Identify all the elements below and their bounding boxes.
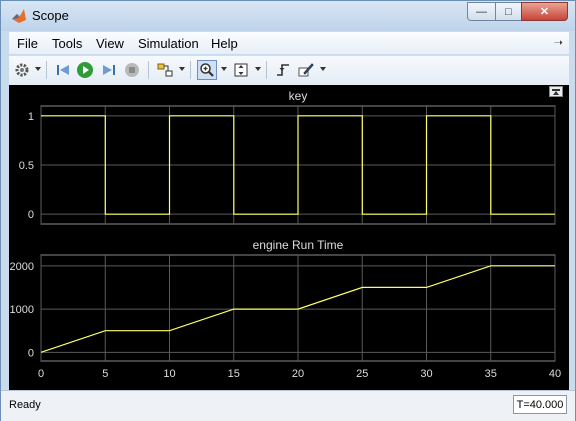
matlab-icon [12, 9, 26, 23]
triggers-button[interactable] [273, 60, 293, 80]
toolbar-separator [190, 61, 191, 79]
step-back-icon [57, 65, 69, 75]
plot-title: key [289, 89, 308, 103]
y-tick-label: 2000 [10, 261, 34, 273]
minimize-button[interactable]: — [467, 2, 496, 21]
close-icon: ✕ [539, 6, 550, 18]
x-tick-label: 30 [420, 368, 432, 380]
menu-bar: File Tools View Simulation Help ➝ [9, 32, 569, 54]
step-forward-icon [103, 65, 115, 75]
y-tick-label: 1000 [10, 304, 34, 316]
scope-window: Scope — □ ✕ File Tools View Simulation H… [0, 0, 576, 421]
x-tick-label: 35 [485, 368, 497, 380]
menu-tools[interactable]: Tools [52, 36, 82, 51]
play-icon [77, 62, 93, 78]
run-button[interactable] [75, 60, 95, 80]
menu-file[interactable]: File [17, 36, 38, 51]
menu-simulation[interactable]: Simulation [138, 36, 199, 51]
window-title: Scope [32, 8, 69, 23]
maximize-icon: □ [505, 5, 512, 18]
scope-display[interactable]: 0 0.5 1 key 0 5 10 15 20 25 30 35 40 0 1000 2000 engine… [9, 85, 569, 390]
highlight-blocks-button[interactable] [155, 60, 175, 80]
step-back-button[interactable] [53, 60, 73, 80]
toolbar [9, 55, 569, 85]
style-dropdown-icon[interactable] [320, 67, 326, 71]
trigger-icon [277, 64, 289, 76]
plot-panel-engine-run-time[interactable]: 0 5 10 15 20 25 30 35 40 0 1000 2000 engine Run Time [10, 238, 562, 380]
simulation-time: T=40.000 [513, 395, 567, 414]
block-diagram-icon [157, 63, 173, 77]
settings-button[interactable] [12, 60, 32, 80]
maximize-button[interactable]: □ [495, 2, 522, 21]
undock-button[interactable] [549, 86, 563, 97]
settings-dropdown-icon[interactable] [35, 67, 41, 71]
close-button[interactable]: ✕ [521, 2, 568, 21]
stop-icon [125, 63, 139, 77]
zoom-in-button[interactable] [197, 60, 217, 80]
style-button[interactable] [296, 60, 316, 80]
step-forward-button[interactable] [99, 60, 119, 80]
y-tick-label: 0 [28, 209, 34, 221]
zoom-dropdown-icon[interactable] [221, 67, 227, 71]
gear-icon [15, 63, 29, 77]
menu-help[interactable]: Help [211, 36, 238, 51]
x-tick-label: 0 [38, 368, 44, 380]
minimize-icon: — [476, 5, 487, 18]
scale-dropdown-icon[interactable] [255, 67, 261, 71]
menu-view[interactable]: View [96, 36, 124, 51]
toolbar-separator [266, 61, 267, 79]
scale-y-axis-button[interactable] [231, 60, 251, 80]
toolbar-separator [148, 61, 149, 79]
plot-panel-key[interactable]: 0 0.5 1 key [19, 89, 556, 225]
title-bar[interactable]: Scope — □ ✕ [1, 1, 575, 31]
plot-title: engine Run Time [253, 238, 344, 252]
highlight-dropdown-icon[interactable] [179, 67, 185, 71]
y-tick-label: 0 [28, 347, 34, 359]
y-tick-label: 0.5 [19, 160, 34, 172]
status-text: Ready [9, 399, 41, 411]
y-tick-label: 1 [28, 111, 34, 123]
x-tick-label: 10 [163, 368, 175, 380]
x-tick-label: 15 [228, 368, 240, 380]
status-bar: Ready T=40.000 [1, 390, 575, 421]
toolbar-separator [46, 61, 47, 79]
zoom-in-icon [200, 63, 214, 77]
x-tick-label: 20 [292, 368, 304, 380]
pencil-icon [298, 63, 314, 77]
x-tick-label: 5 [102, 368, 108, 380]
x-tick-label: 25 [356, 368, 368, 380]
undock-icon [552, 88, 560, 95]
x-tick-label: 40 [549, 368, 561, 380]
pin-menu-icon[interactable]: ➝ [554, 36, 563, 49]
stop-button[interactable] [122, 60, 142, 80]
scale-axis-icon [234, 63, 248, 77]
